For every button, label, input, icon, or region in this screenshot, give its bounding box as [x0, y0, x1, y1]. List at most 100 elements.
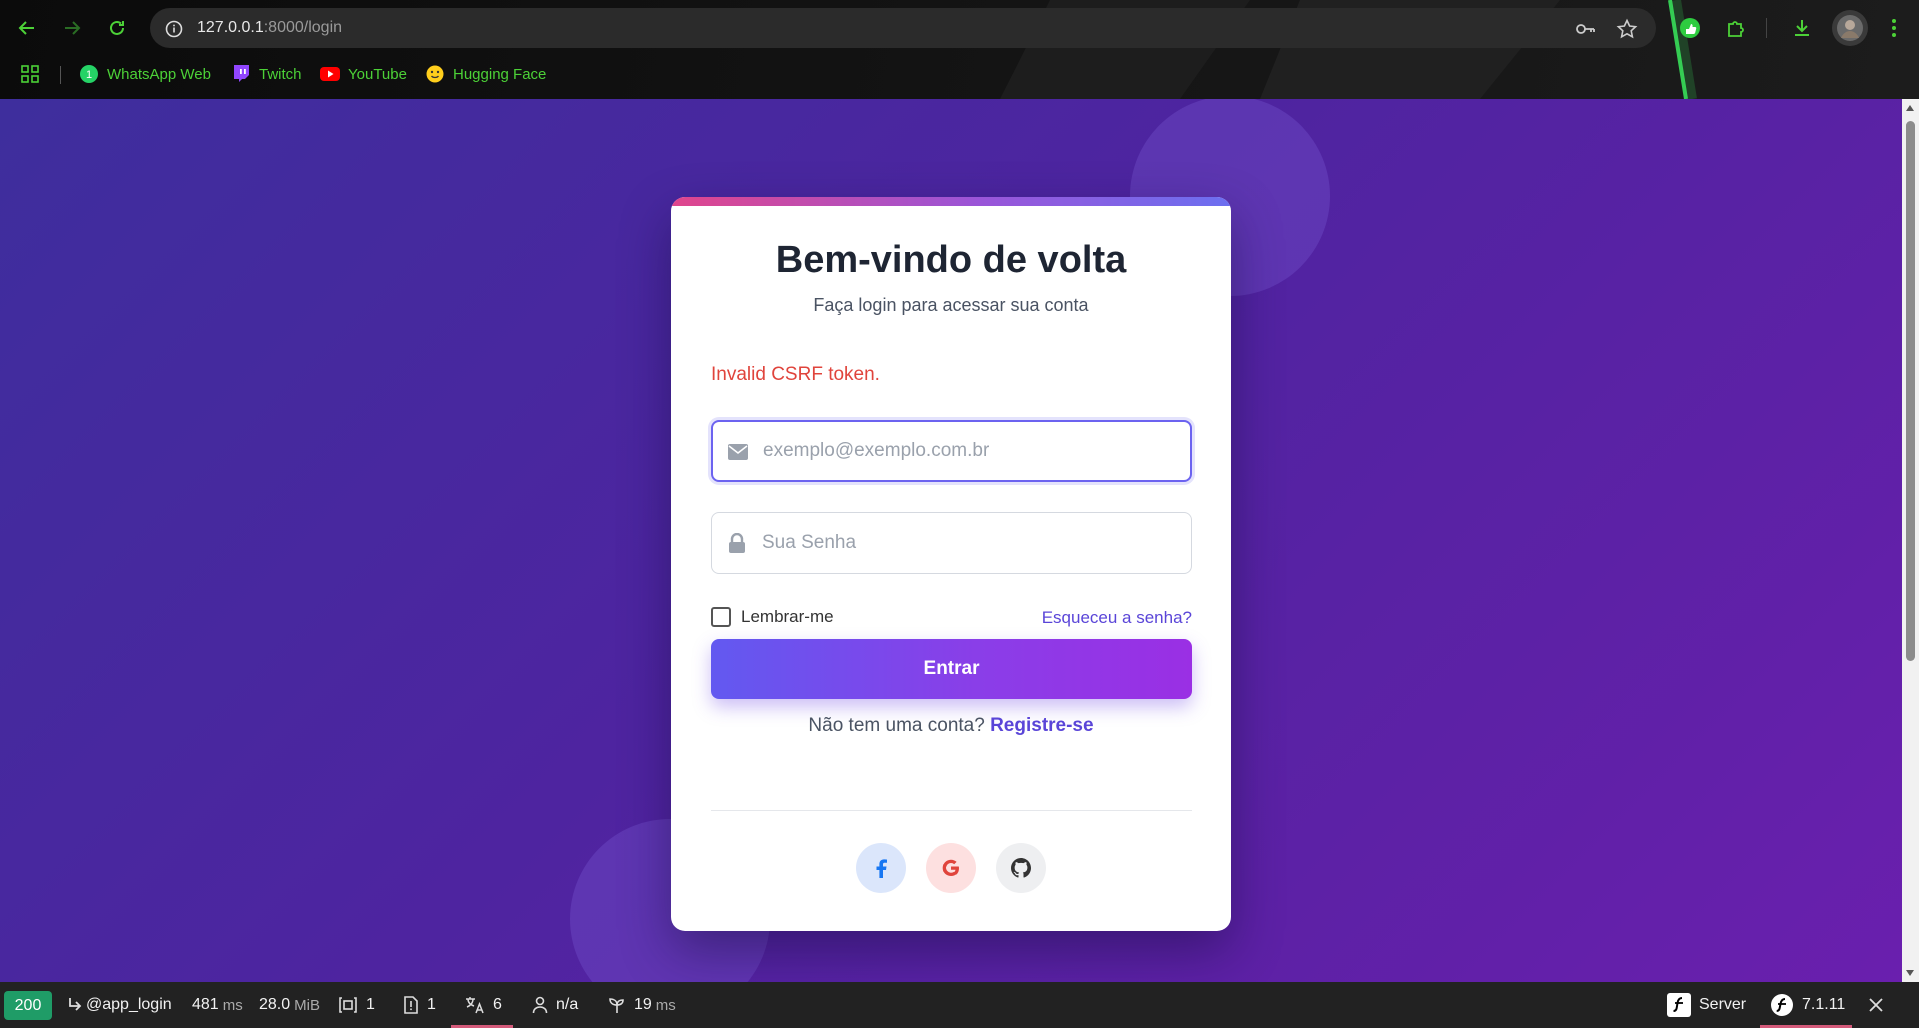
memory-item[interactable]: 28.0 MiB — [259, 982, 320, 1028]
register-link[interactable]: Registre-se — [990, 715, 1094, 736]
scrollbar-thumb[interactable] — [1906, 121, 1915, 661]
url-text[interactable]: 127.0.0.1:8000/login — [197, 19, 342, 37]
page-subtitle: Faça login para acessar sua conta — [813, 295, 1089, 315]
bookmark-label: YouTube — [348, 65, 407, 83]
password-key-icon[interactable] — [1574, 18, 1596, 40]
apps-grid-icon[interactable] — [20, 62, 40, 86]
bookmark-hugging-face[interactable]: Hugging Face — [425, 62, 546, 86]
scroll-down-arrow[interactable] — [1906, 970, 1914, 976]
github-button[interactable] — [996, 843, 1046, 893]
bookmarks-bar: 1 WhatsApp Web Twitch YouTube Hugging Fa… — [0, 58, 1919, 90]
bookmark-label: WhatsApp Web — [107, 65, 211, 83]
arrow-right-icon — [65, 21, 81, 35]
bookmark-label: Hugging Face — [453, 65, 547, 83]
bookmark-label: Twitch — [259, 65, 302, 83]
time-value: 481 — [192, 996, 219, 1013]
whatsapp-icon: 1 — [79, 64, 99, 84]
page-scrollbar[interactable] — [1902, 99, 1919, 982]
server-label: Server — [1699, 996, 1747, 1013]
facebook-icon — [876, 859, 887, 878]
debug-toolbar: 200 @app_login 481 ms 28.0 MiB 1 1 6 n/a… — [0, 982, 1919, 1028]
status-code-badge[interactable]: 200 — [4, 991, 52, 1020]
twig-unit: ms — [655, 996, 676, 1014]
avatar-icon — [1837, 15, 1863, 41]
register-prompt: Não tem uma conta? Registre-se — [671, 715, 1231, 737]
extensions-puzzle-icon[interactable] — [1722, 14, 1750, 42]
site-info-icon[interactable] — [163, 18, 185, 40]
reload-button[interactable] — [103, 14, 131, 42]
forward-button[interactable] — [58, 14, 86, 42]
lock-icon — [726, 532, 748, 554]
time-item[interactable]: 481 ms — [192, 982, 243, 1028]
user-icon — [532, 996, 548, 1014]
browser-chrome: 127.0.0.1:8000/login 1 WhatsApp Web Twit… — [0, 0, 1919, 99]
route-item[interactable]: @app_login — [66, 982, 172, 1028]
email-input[interactable] — [763, 422, 1183, 480]
route-arrow-icon — [66, 996, 84, 1014]
twig-icon — [608, 996, 626, 1014]
bookmark-divider — [60, 66, 61, 84]
card-accent-bar — [671, 197, 1231, 206]
translation-item[interactable]: 6 — [465, 982, 502, 1028]
scroll-up-arrow[interactable] — [1906, 105, 1914, 111]
bookmark-youtube[interactable]: YouTube — [320, 62, 407, 86]
toolbar-divider — [1766, 18, 1767, 38]
user-item[interactable]: n/a — [532, 982, 578, 1028]
google-button[interactable] — [926, 843, 976, 893]
twig-value: 19 — [634, 996, 652, 1013]
remember-me[interactable]: Lembrar-me — [711, 607, 834, 627]
logs-item[interactable]: 1 — [403, 982, 436, 1028]
login-page: Bem-vindo de volta Faça login para acess… — [0, 99, 1919, 982]
facebook-button[interactable] — [856, 843, 906, 893]
translation-icon — [465, 996, 485, 1014]
error-message: Invalid CSRF token. — [711, 364, 880, 385]
address-row: 127.0.0.1:8000/login — [0, 0, 1919, 56]
log-icon — [403, 996, 419, 1014]
download-icon[interactable] — [1788, 14, 1816, 42]
symfony-version-item[interactable]: 7.1.11 — [1770, 982, 1845, 1028]
svg-text:1: 1 — [86, 69, 92, 81]
symfony-circle-icon — [1770, 993, 1794, 1017]
page-title: Bem-vindo de volta — [775, 239, 1127, 281]
logs-count: 1 — [427, 996, 436, 1013]
twig-item[interactable]: 19 ms — [608, 982, 676, 1028]
extension-green-icon[interactable] — [1676, 14, 1704, 42]
form-icon — [338, 996, 358, 1014]
envelope-icon — [727, 441, 749, 463]
time-unit: ms — [222, 996, 243, 1014]
login-button[interactable]: Entrar — [711, 639, 1192, 699]
symfony-logo-icon — [1667, 993, 1691, 1017]
google-icon — [942, 859, 959, 876]
server-item[interactable]: Server — [1667, 982, 1746, 1028]
email-field[interactable] — [711, 420, 1192, 482]
user-value: n/a — [556, 996, 579, 1013]
bookmark-twitch[interactable]: Twitch — [231, 62, 302, 86]
memory-unit: MiB — [294, 996, 320, 1014]
bookmark-star-icon[interactable] — [1616, 18, 1638, 40]
browser-menu-icon[interactable] — [1880, 14, 1908, 42]
password-input[interactable] — [762, 513, 1182, 573]
twitch-icon — [231, 64, 251, 84]
reload-icon — [110, 20, 124, 35]
bookmark-whatsapp[interactable]: 1 WhatsApp Web — [79, 62, 211, 86]
url-bar[interactable]: 127.0.0.1:8000/login — [150, 8, 1656, 48]
github-icon — [1011, 858, 1031, 878]
forgot-password-link[interactable]: Esqueceu a senha? — [1042, 608, 1192, 628]
back-button[interactable] — [13, 14, 41, 42]
divider — [711, 810, 1192, 811]
translation-count: 6 — [493, 996, 502, 1013]
remember-label: Lembrar-me — [741, 607, 834, 626]
memory-value: 28.0 — [259, 996, 291, 1013]
password-field[interactable] — [711, 512, 1192, 574]
symfony-version: 7.1.11 — [1802, 996, 1846, 1013]
close-toolbar-button[interactable] — [1868, 982, 1884, 1028]
close-icon — [1869, 998, 1883, 1012]
profile-avatar[interactable] — [1832, 10, 1868, 46]
register-prompt-text: Não tem uma conta? — [808, 715, 985, 736]
remember-checkbox[interactable] — [711, 607, 731, 627]
hugging-face-icon — [425, 64, 445, 84]
route-name: @app_login — [86, 996, 172, 1013]
youtube-icon — [320, 64, 340, 84]
forms-count: 1 — [366, 996, 375, 1013]
forms-item[interactable]: 1 — [338, 982, 375, 1028]
